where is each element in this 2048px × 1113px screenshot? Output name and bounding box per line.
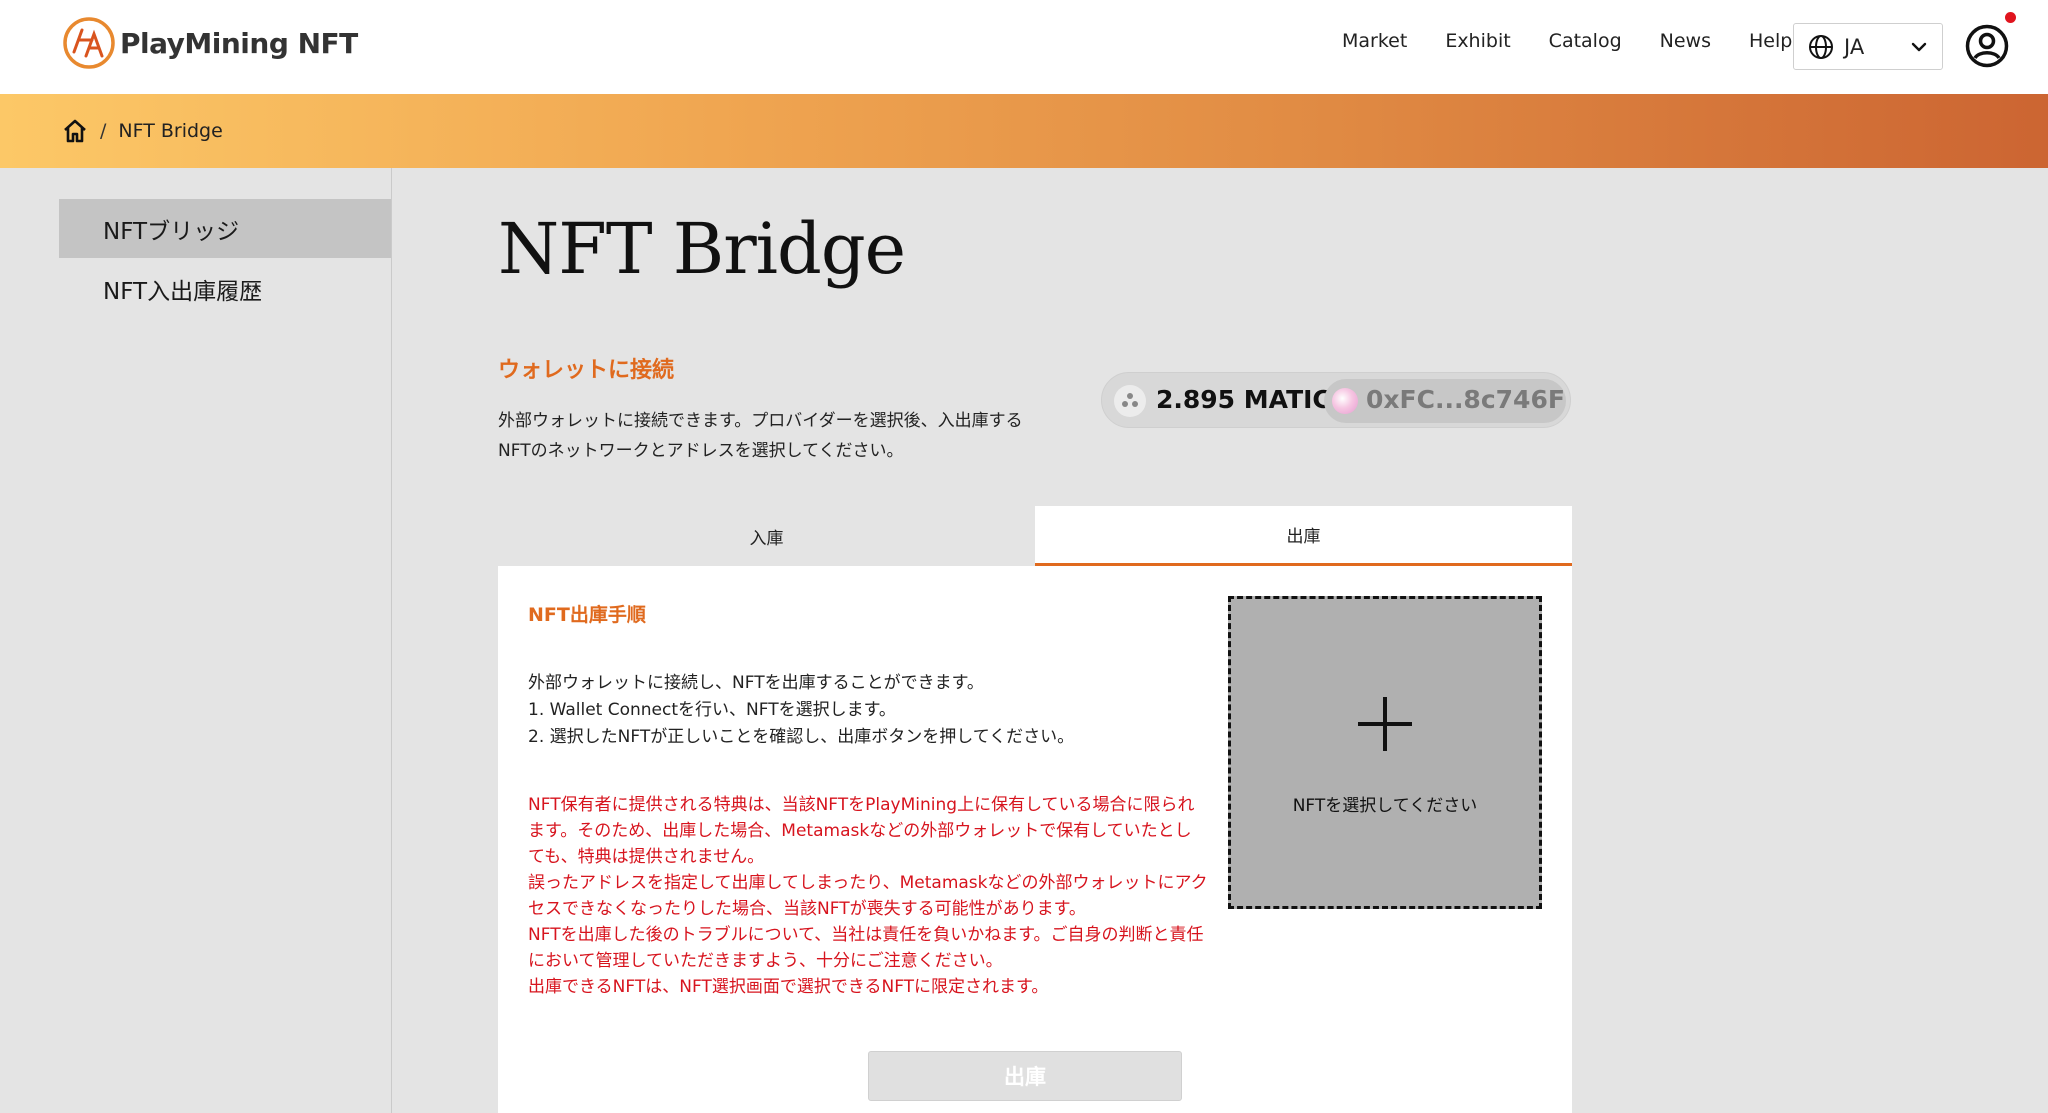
nav-help[interactable]: Help xyxy=(1749,30,1792,52)
wallet-status[interactable]: 2.895 MATIC 0xFC...8c746F xyxy=(1101,372,1571,428)
wallet-section-title: ウォレットに接続 xyxy=(498,358,675,383)
nav-exhibit[interactable]: Exhibit xyxy=(1445,30,1510,52)
breadcrumb-separator: / xyxy=(100,120,107,142)
language-select[interactable]: JA xyxy=(1793,23,1943,70)
select-nft-dropzone[interactable]: NFTを選択してください xyxy=(1228,596,1542,909)
sidebar: NFTブリッジ NFT入出庫履歴 xyxy=(0,168,392,1113)
withdraw-steps: 外部ウォレットに接続し、NFTを出庫することができます。 1. Wallet C… xyxy=(528,670,1074,751)
user-account-icon[interactable] xyxy=(1965,24,2009,68)
matic-network-icon xyxy=(1114,385,1146,417)
plus-icon xyxy=(1358,697,1412,751)
home-icon[interactable] xyxy=(62,118,88,144)
nav-market[interactable]: Market xyxy=(1342,30,1407,52)
step-intro: 外部ウォレットに接続し、NFTを出庫することができます。 xyxy=(528,673,984,693)
page-title: NFT Bridge xyxy=(498,208,906,290)
withdraw-panel: NFT出庫手順 外部ウォレットに接続し、NFTを出庫することができます。 1. … xyxy=(498,566,1572,1113)
wallet-address: 0xFC...8c746F xyxy=(1366,385,1565,414)
wallet-avatar-icon xyxy=(1332,388,1358,414)
wallet-address-chip[interactable]: 0xFC...8c746F xyxy=(1324,379,1566,423)
withdraw-button[interactable]: 出庫 xyxy=(868,1051,1182,1101)
withdraw-steps-title: NFT出庫手順 xyxy=(528,604,646,626)
warning-line: NFT保有者に提供される特典は、当該NFTをPlayMining上に保有している… xyxy=(528,795,1195,867)
language-value: JA xyxy=(1844,34,1865,59)
brand-name: PlayMining NFT xyxy=(120,26,358,60)
warning-line: 出庫できるNFTは、NFT選択画面で選択できるNFTに限定されます。 xyxy=(528,977,1049,997)
top-header: PlayMining NFT Market Exhibit Catalog Ne… xyxy=(0,0,2048,94)
wallet-section-description: 外部ウォレットに接続できます。プロバイダーを選択後、入出庫するNFTのネットワー… xyxy=(498,411,1023,461)
warning-line: NFTを出庫した後のトラブルについて、当社は責任を負いかねます。ご自身の判断と責… xyxy=(528,925,1204,971)
tab-withdraw[interactable]: 出庫 xyxy=(1035,506,1572,566)
breadcrumb-current: NFT Bridge xyxy=(118,120,223,142)
chevron-down-icon xyxy=(1911,42,1927,52)
playmining-logo-icon xyxy=(63,17,115,69)
wallet-balance: 2.895 MATIC xyxy=(1156,385,1331,414)
breadcrumb: / NFT Bridge xyxy=(0,94,2048,168)
nav-catalog[interactable]: Catalog xyxy=(1549,30,1622,52)
nav-news[interactable]: News xyxy=(1660,30,1711,52)
globe-icon xyxy=(1809,34,1833,59)
warning-line: 誤ったアドレスを指定して出庫してしまったり、Metamaskなどの外部ウォレット… xyxy=(528,873,1208,919)
tab-deposit[interactable]: 入庫 xyxy=(498,506,1035,566)
main-nav: Market Exhibit Catalog News Help xyxy=(1342,30,1792,52)
withdraw-warnings: NFT保有者に提供される特典は、当該NFTをPlayMining上に保有している… xyxy=(528,792,1208,1000)
step-1: 1. Wallet Connectを行い、NFTを選択します。 xyxy=(528,700,896,720)
select-nft-label: NFTを選択してください xyxy=(1292,796,1478,816)
step-2: 2. 選択したNFTが正しいことを確認し、出庫ボタンを押してください。 xyxy=(528,727,1075,747)
bridge-tabs: 入庫 出庫 xyxy=(498,506,1572,566)
notification-dot xyxy=(2005,12,2016,23)
brand-logo[interactable]: PlayMining NFT xyxy=(62,16,358,70)
sidebar-item-nft-bridge[interactable]: NFTブリッジ xyxy=(59,199,391,258)
sidebar-item-nft-history[interactable]: NFT入出庫履歴 xyxy=(59,259,391,318)
